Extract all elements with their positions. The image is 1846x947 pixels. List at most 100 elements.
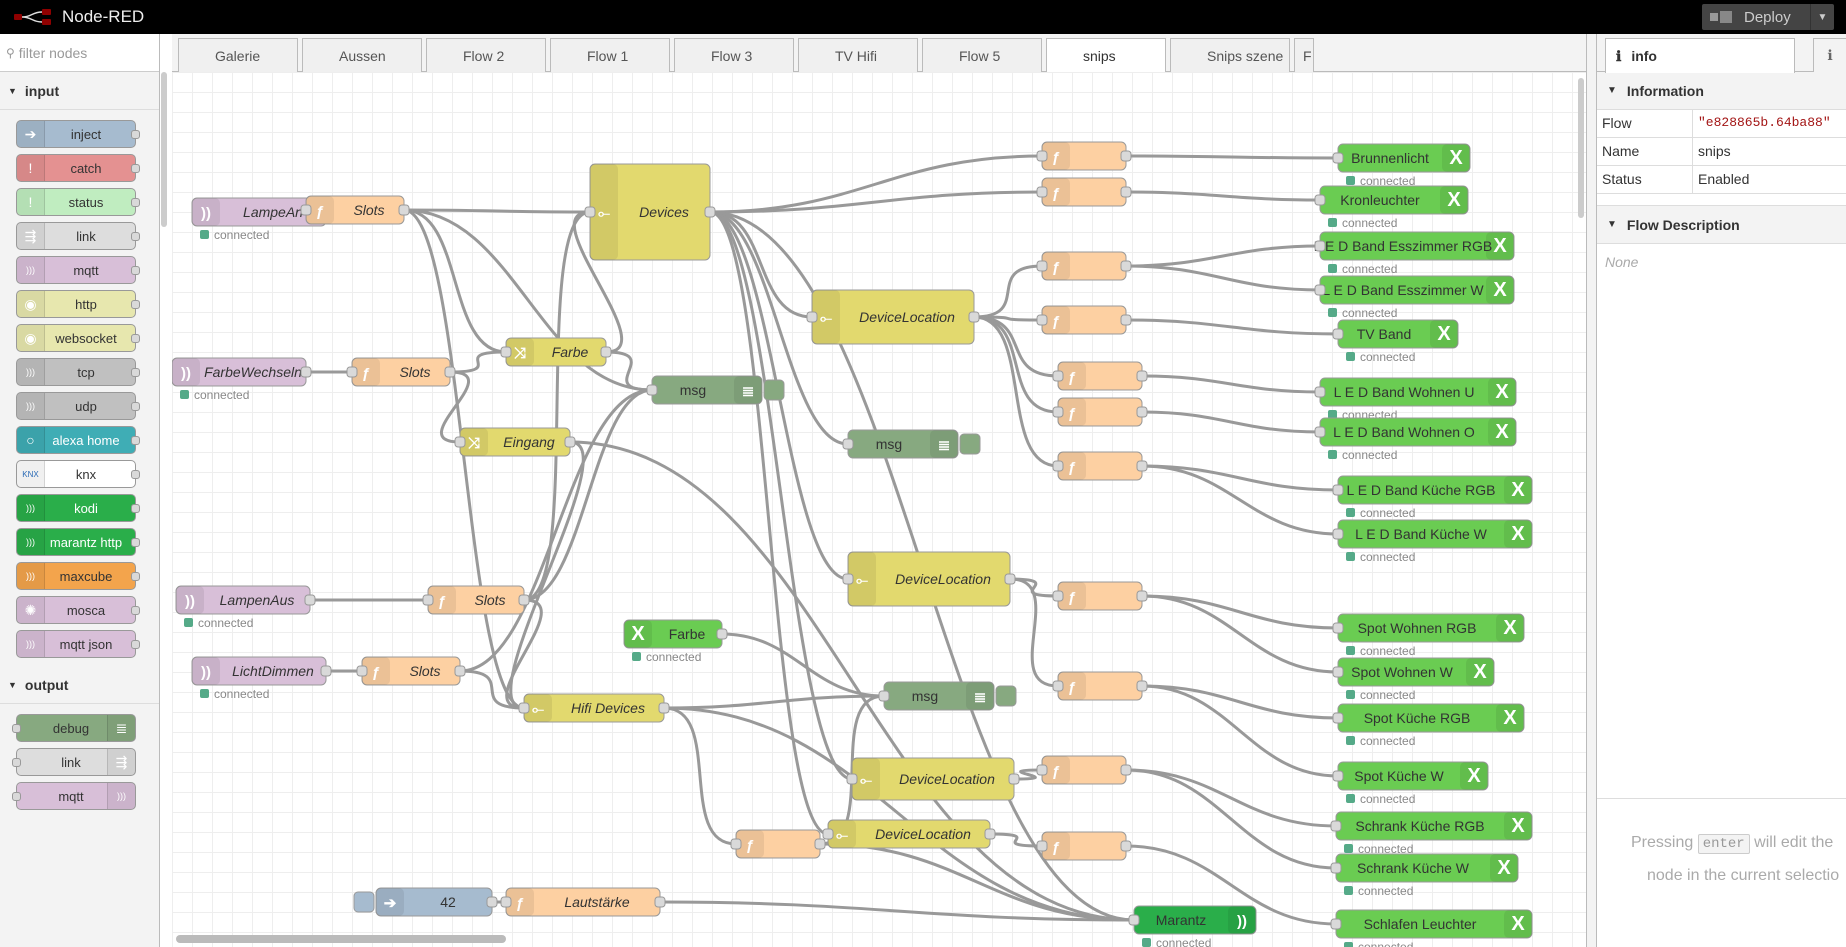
flow-node-function-f12[interactable]: ƒ <box>730 829 826 859</box>
flow-node-lichtdimmen[interactable]: )) LichtDimmen connected <box>191 656 332 701</box>
output-port[interactable] <box>131 300 140 309</box>
tab-aussen[interactable]: Aussen <box>302 38 422 72</box>
wire[interactable] <box>1141 684 1339 778</box>
flow-node-spotkw[interactable]: X Spot Küche W connected <box>1332 761 1489 806</box>
flow-node-slots2[interactable]: ƒ Slots <box>346 357 456 387</box>
palette-node-debug[interactable]: ≣ debug <box>12 714 136 742</box>
input-port[interactable] <box>1128 914 1140 926</box>
output-port[interactable] <box>131 232 140 241</box>
input-port[interactable] <box>1332 328 1344 340</box>
palette-search[interactable]: ⚲ filter nodes <box>0 34 159 72</box>
input-port[interactable] <box>646 384 658 396</box>
palette-node-mqtt[interactable]: ))) mqtt <box>16 256 140 284</box>
output-port[interactable] <box>716 628 728 640</box>
input-port[interactable] <box>1332 528 1344 540</box>
wire[interactable] <box>709 154 1043 214</box>
wire[interactable] <box>403 208 525 710</box>
output-port[interactable] <box>131 470 140 479</box>
output-port[interactable] <box>1004 573 1016 585</box>
flow-node-lautstaerke[interactable]: ƒ Lautstärke <box>500 887 666 917</box>
flow-node-kronleuchter[interactable]: X Kronleuchter connected <box>1314 185 1469 230</box>
output-port[interactable] <box>131 640 140 649</box>
flow-node-spotww[interactable]: X Spot Wohnen W connected <box>1332 657 1495 702</box>
wire[interactable] <box>973 315 1059 468</box>
input-port[interactable] <box>1052 406 1064 418</box>
flow-node-spotkrgb[interactable]: X Spot Küche RGB connected <box>1332 703 1525 748</box>
input-port[interactable] <box>584 206 596 218</box>
input-port[interactable] <box>1332 712 1344 724</box>
sidebar-tab-info[interactable]: ℹ info <box>1605 38 1795 73</box>
wire[interactable] <box>523 388 653 602</box>
flow-node-function-f7[interactable]: ƒ <box>1052 451 1148 481</box>
flow-node-lampenaus[interactable]: )) LampenAus connected <box>175 585 316 630</box>
input-port[interactable] <box>1036 260 1048 272</box>
output-port[interactable] <box>131 402 140 411</box>
deploy-menu-caret-icon[interactable]: ▼ <box>1810 4 1834 30</box>
flow-node-inject42[interactable]: ➔ 42 <box>353 887 498 917</box>
input-port[interactable] <box>1332 770 1344 782</box>
input-port[interactable] <box>1036 150 1048 162</box>
flow-node-devices[interactable]: ⟜ Devices <box>584 163 716 261</box>
input-port[interactable] <box>1314 194 1326 206</box>
output-port[interactable] <box>131 164 140 173</box>
input-port[interactable] <box>300 204 312 216</box>
flow-node-farbe[interactable]: ⤨ Farbe <box>500 337 612 367</box>
tab-flow-2[interactable]: Flow 2 <box>426 38 546 72</box>
palette-node-alexa-home[interactable]: ○ alexa home <box>16 426 140 454</box>
flow-node-devloc2[interactable]: ⟜ DeviceLocation <box>842 551 1016 607</box>
input-port[interactable] <box>1332 152 1344 164</box>
output-port[interactable] <box>1120 314 1132 326</box>
flow-node-function-f2[interactable]: ƒ <box>1036 177 1132 207</box>
wire[interactable] <box>663 706 1135 922</box>
flow-node-ledwu[interactable]: XL E D Band Wohnen Uconnected <box>1314 377 1517 422</box>
input-port[interactable] <box>346 366 358 378</box>
wire[interactable] <box>1141 374 1321 394</box>
palette-scrollbar[interactable] <box>161 72 167 227</box>
input-port[interactable] <box>1036 764 1048 776</box>
output-port[interactable] <box>454 665 466 677</box>
palette-node-mqtt-json[interactable]: ))) mqtt json <box>16 630 140 658</box>
flow-node-devloc4[interactable]: ⟜ DeviceLocation <box>822 819 996 849</box>
input-port[interactable] <box>518 702 530 714</box>
output-port[interactable] <box>131 504 140 513</box>
tab-flow-3[interactable]: Flow 3 <box>674 38 794 72</box>
wire[interactable] <box>1141 410 1321 434</box>
flow-node-msg3[interactable]: ≣ msg <box>878 681 1017 711</box>
flow-node-devloc3[interactable]: ⟜ DeviceLocation <box>846 757 1020 801</box>
flow-node-schrankkrgb[interactable]: XSchrank Küche RGBconnected <box>1330 811 1533 856</box>
flow-node-function-f6[interactable]: ƒ <box>1052 397 1148 427</box>
debug-toggle-button[interactable] <box>995 685 1017 707</box>
description-section-header[interactable]: ▼ Flow Description <box>1597 206 1846 244</box>
palette-search-input[interactable]: filter nodes <box>19 45 87 61</box>
palette-node-http[interactable]: ◉ http <box>16 290 140 318</box>
flow-node-ledezw[interactable]: X L E D Band Esszimmer W connected <box>1314 275 1515 320</box>
input-port[interactable] <box>842 573 854 585</box>
wire[interactable] <box>1125 264 1321 292</box>
palette-node-link[interactable]: ⇶ link <box>16 222 140 250</box>
input-port[interactable] <box>1332 622 1344 634</box>
input-port[interactable] <box>1036 314 1048 326</box>
flow-node-hifi[interactable]: ⟜ Hifi Devices <box>518 693 670 723</box>
palette-node-catch[interactable]: ! catch <box>16 154 140 182</box>
output-port[interactable] <box>1136 460 1148 472</box>
wire[interactable] <box>1125 318 1339 336</box>
flow-node-msg2[interactable]: ≣ msg <box>842 429 981 459</box>
palette-category-output[interactable]: ▼ output <box>0 666 159 704</box>
output-port[interactable] <box>486 896 498 908</box>
input-port[interactable] <box>806 311 818 323</box>
wire[interactable] <box>1125 768 1337 870</box>
input-port[interactable] <box>1052 680 1064 692</box>
tab-galerie[interactable]: Galerie <box>178 38 298 72</box>
input-port[interactable] <box>1052 590 1064 602</box>
output-port[interactable] <box>398 204 410 216</box>
output-port[interactable] <box>1136 680 1148 692</box>
wire[interactable] <box>1125 244 1321 268</box>
palette-node-maxcube[interactable]: ))) maxcube <box>16 562 140 590</box>
palette-node-websocket[interactable]: ◉ websocket <box>16 324 140 352</box>
output-port[interactable] <box>518 594 530 606</box>
flow-node-eingang[interactable]: ⤨ Eingang <box>454 427 576 457</box>
wire[interactable] <box>509 440 585 710</box>
wire[interactable] <box>605 350 653 392</box>
output-port[interactable] <box>600 346 612 358</box>
flow-node-function-f10[interactable]: ƒ <box>1036 755 1132 785</box>
